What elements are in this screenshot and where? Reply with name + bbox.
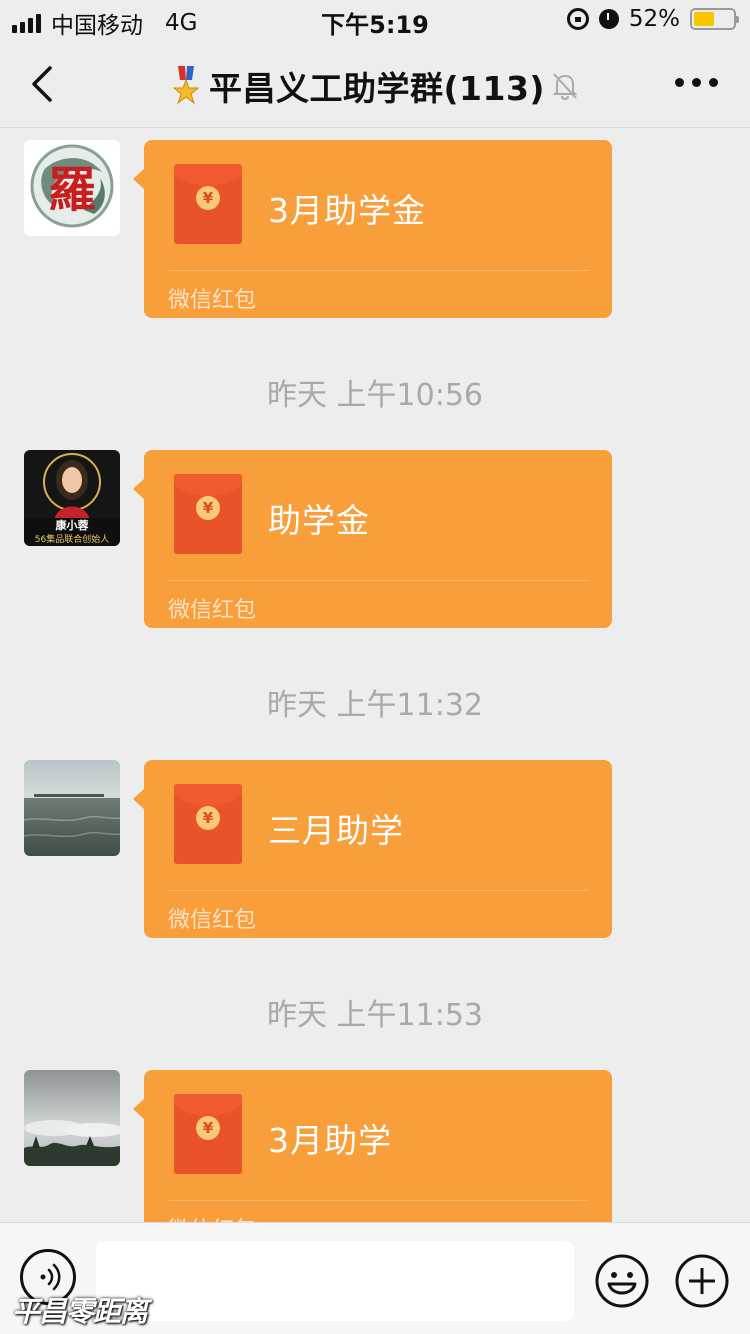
red-packet-divider [168,270,588,271]
alarm-icon [598,9,619,29]
calligraphy-avatar[interactable]: 羅 [24,140,120,236]
title-wrap: 平昌义工助学群(113) [0,62,750,110]
battery-percent: 52% [628,6,680,32]
status-bar: 中国移动 4G 下午5:19 52% [0,0,750,40]
red-packet-card[interactable]: ¥ 3月助学 微信红包 [133,1070,612,1222]
rotation-lock-icon [566,8,589,30]
sea-avatar-icon [24,760,120,856]
mute-bell-icon [552,73,578,101]
clouds-avatar-icon [24,1070,120,1166]
message-input[interactable] [96,1241,574,1321]
red-envelope-icon: ¥ [174,474,242,554]
battery-icon [690,8,739,30]
red-packet-title: 3月助学 [268,1121,392,1160]
avatar-caption-text: 56集品联合创始人 [35,533,109,545]
sea-avatar[interactable] [24,760,120,856]
plus-icon [675,1254,729,1308]
red-packet-card[interactable]: ¥ 三月助学 微信红包 [133,760,612,938]
red-packet-card[interactable]: ¥ 助学金 微信红包 [133,450,612,628]
red-packet-divider [168,1200,588,1201]
avatar-name-text: 康小蓉 [56,518,90,532]
battery-fill [694,12,714,26]
time-separator: 昨天 上午10:56 [267,378,483,413]
red-packet-card[interactable]: ¥ 3月助学金 微信红包 [133,140,612,318]
red-packet-label: 微信红包 [168,288,257,313]
red-packet-title: 三月助学 [268,811,404,850]
red-packet-divider [168,890,588,891]
more-icon [675,78,684,87]
calligraphy-avatar-icon: 羅 [24,140,120,236]
emoji-icon [595,1254,649,1308]
red-packet-label: 微信红包 [168,908,257,933]
clouds-avatar[interactable] [24,1070,120,1166]
red-packet-title: 3月助学金 [268,191,426,230]
svg-text:羅: 羅 [48,162,96,218]
more-button[interactable] [675,78,718,87]
red-packet-divider [168,580,588,581]
red-envelope-icon: ¥ [174,164,242,244]
chat-messages[interactable]: 羅 ¥ 3月助学金 微信红包 昨天 上午10:56 康小蓉 56集品联合创始人 [0,129,750,1222]
red-envelope-icon: ¥ [174,784,242,864]
more-icon-dot [709,78,718,87]
time-separator: 昨天 上午11:32 [267,688,483,723]
portrait-avatar[interactable]: 康小蓉 56集品联合创始人 [24,450,120,546]
red-packet-title: 助学金 [268,501,370,540]
red-envelope-icon: ¥ [174,1094,242,1174]
watermark: 平昌零距离 [12,1295,148,1328]
portrait-avatar-icon: 康小蓉 56集品联合创始人 [24,450,120,546]
red-packet-label: 微信红包 [168,598,257,623]
nav-bar: 平昌义工助学群(113) [0,40,750,128]
medal-icon [172,66,200,105]
time-separator: 昨天 上午11:53 [267,998,483,1033]
emoji-button[interactable] [594,1253,650,1309]
more-icon-dot [692,78,701,87]
status-right: 52% [566,6,739,32]
plus-button[interactable] [674,1253,730,1309]
page-title: 平昌义工助学群(113) [208,69,546,108]
red-packet-label: 微信红包 [168,1212,256,1222]
